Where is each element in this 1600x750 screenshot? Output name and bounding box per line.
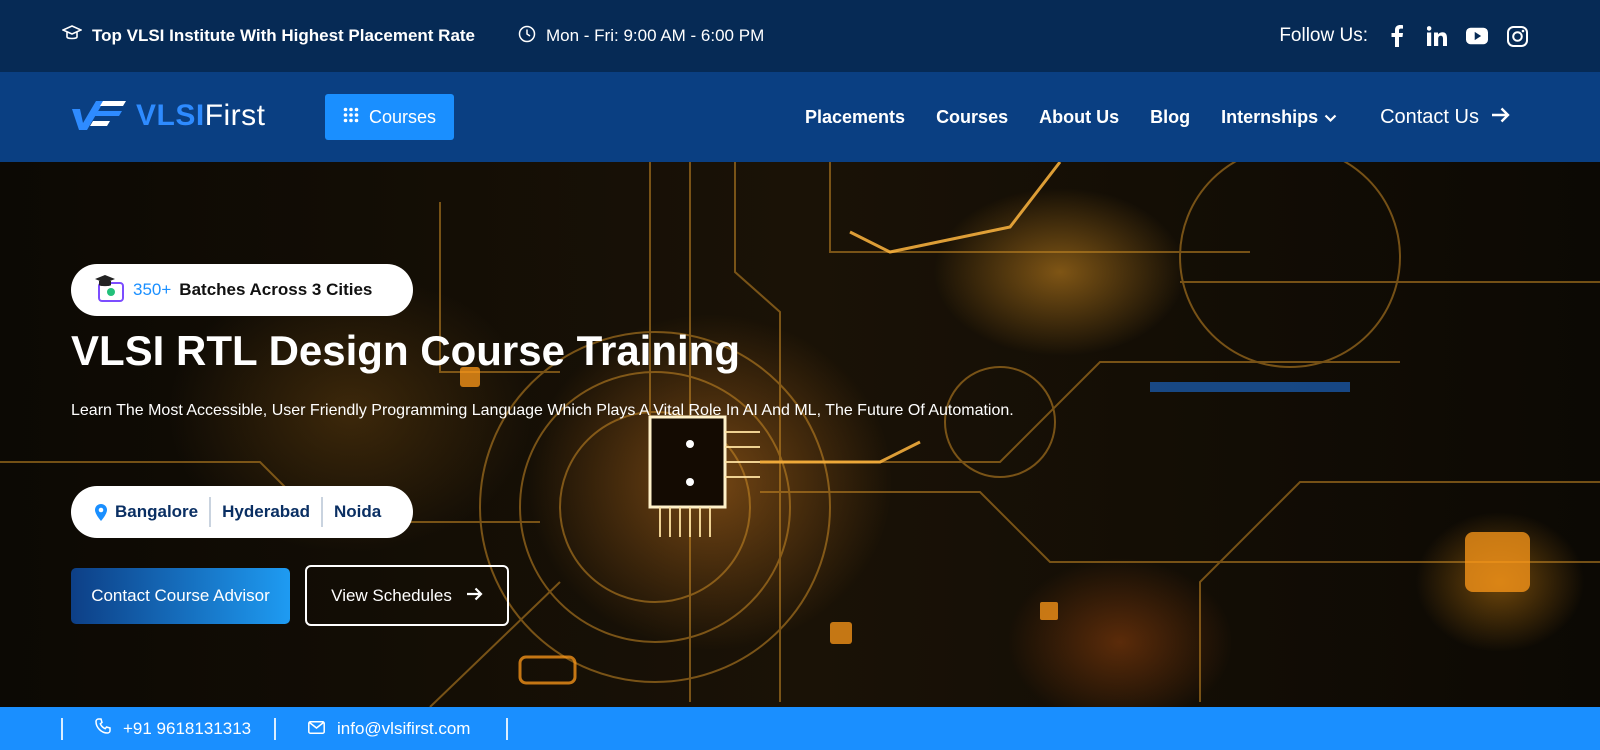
- city-divider: [321, 497, 324, 527]
- clock-icon: [518, 25, 536, 48]
- city-noida[interactable]: Noida: [334, 502, 381, 522]
- nav-item-internships-label: Internships: [1221, 106, 1319, 127]
- arrow-right-icon: [1491, 106, 1510, 129]
- hero-section: 350+ Batches Across 3 Cities VLSI RTL De…: [0, 162, 1600, 707]
- nav-menu: Placements Courses About Us Blog Interns…: [805, 72, 1337, 162]
- tagline-group: Top VLSI Institute With Highest Placemen…: [61, 0, 476, 72]
- batches-count: 350+: [133, 280, 172, 299]
- phone-contact[interactable]: +91 9618131313: [95, 707, 251, 750]
- nav-item-placements[interactable]: Placements: [805, 107, 905, 128]
- contact-us-label: Contact Us: [1380, 105, 1479, 128]
- city-locations: Bangalore Hyderabad Noida: [71, 486, 413, 538]
- linkedin-icon[interactable]: [1426, 25, 1448, 47]
- city-divider: [209, 497, 212, 527]
- location-pin-icon: [95, 503, 107, 521]
- graduate-icon: [61, 24, 83, 49]
- city-hyderabad[interactable]: Hyderabad: [222, 502, 310, 522]
- nav-item-blog[interactable]: Blog: [1150, 107, 1190, 128]
- logo-text: VLSIFirst: [136, 99, 266, 133]
- email-contact[interactable]: info@vlsifirst.com: [308, 707, 470, 750]
- logo-text-first: First: [204, 99, 266, 132]
- contact-us-link[interactable]: Contact Us: [1380, 72, 1510, 162]
- contact-course-advisor-button[interactable]: Contact Course Advisor: [71, 568, 290, 624]
- nav-item-courses[interactable]: Courses: [936, 107, 1008, 128]
- view-schedules-button[interactable]: View Schedules: [305, 565, 509, 626]
- divider: [506, 718, 508, 740]
- phone-icon: [95, 718, 111, 739]
- youtube-icon[interactable]: [1466, 25, 1488, 47]
- logo-mark-icon: [70, 97, 126, 136]
- logo-text-vlsi: VLSI: [136, 99, 205, 132]
- divider: [274, 718, 276, 740]
- view-schedules-label: View Schedules: [331, 585, 452, 605]
- grid-icon: [343, 107, 359, 128]
- city-bangalore[interactable]: Bangalore: [115, 502, 198, 522]
- batches-badge: 350+ Batches Across 3 Cities: [71, 264, 413, 316]
- email-address: info@vlsifirst.com: [337, 718, 471, 738]
- nav-item-internships[interactable]: Internships: [1221, 107, 1337, 128]
- mail-icon: [308, 719, 325, 739]
- follow-us-group: Follow Us:: [1279, 0, 1528, 72]
- instagram-icon[interactable]: [1506, 25, 1528, 47]
- hero-title: VLSI RTL Design Course Training: [71, 327, 740, 374]
- hours-group: Mon - Fri: 9:00 AM - 6:00 PM: [518, 0, 764, 72]
- courses-button-label: Courses: [368, 106, 437, 127]
- vlsifirst-logo[interactable]: VLSIFirst: [70, 96, 266, 136]
- batches-text: Batches Across 3 Cities: [179, 280, 373, 299]
- courses-menu-button[interactable]: Courses: [325, 94, 454, 140]
- hero-description: Learn The Most Accessible, User Friendly…: [71, 402, 1014, 419]
- divider: [61, 718, 63, 740]
- main-navigation: VLSIFirst Courses Placements Courses Abo…: [0, 72, 1600, 162]
- top-info-bar: Top VLSI Institute With Highest Placemen…: [0, 0, 1600, 72]
- facebook-icon[interactable]: [1386, 25, 1408, 47]
- nav-item-about-us[interactable]: About Us: [1039, 107, 1119, 128]
- tagline-text: Top VLSI Institute With Highest Placemen…: [92, 26, 476, 45]
- hours-text: Mon - Fri: 9:00 AM - 6:00 PM: [546, 26, 765, 45]
- arrow-right-icon: [466, 586, 483, 606]
- contact-info-bar: +91 9618131313 info@vlsifirst.com: [0, 707, 1600, 750]
- phone-number: +91 9618131313: [123, 718, 252, 738]
- circuit-background-image: [0, 162, 1600, 707]
- follow-us-label: Follow Us:: [1279, 25, 1368, 46]
- graduation-cap-icon: [93, 273, 125, 308]
- chevron-down-icon: [1324, 107, 1337, 128]
